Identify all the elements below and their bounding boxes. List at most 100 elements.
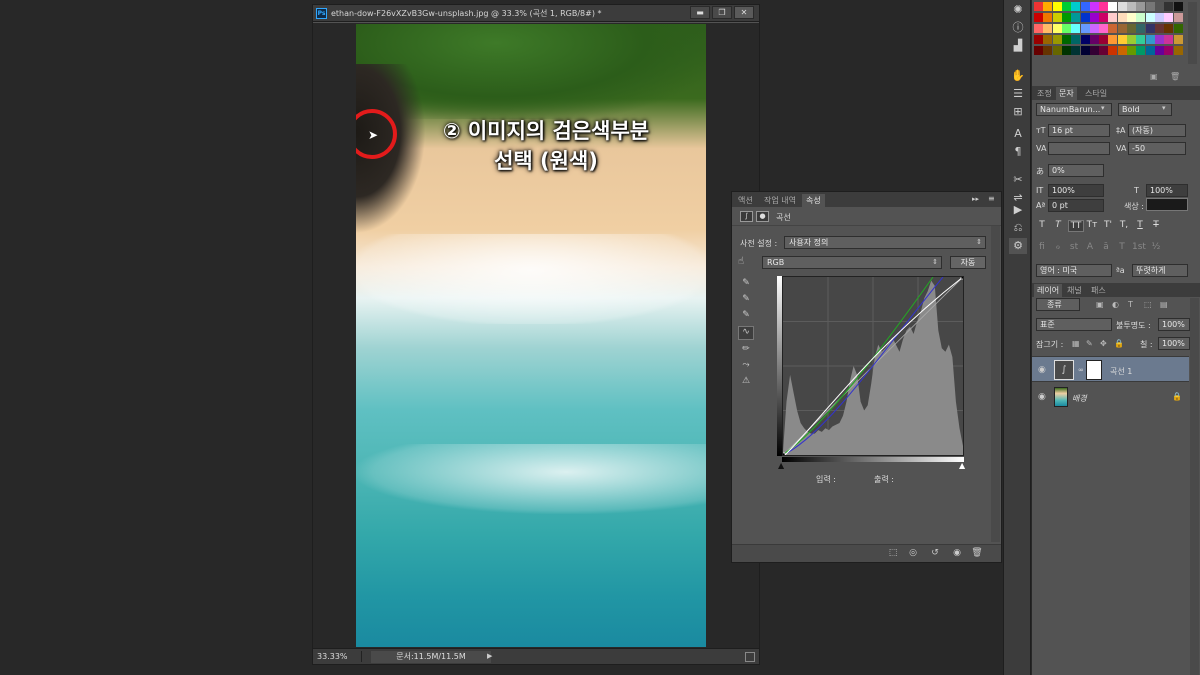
resize-handle-icon[interactable]: [745, 652, 755, 662]
color-swatch[interactable]: [1145, 13, 1155, 22]
color-swatch[interactable]: [1089, 2, 1099, 11]
font-size-field[interactable]: 16 pt: [1048, 124, 1110, 137]
color-swatch[interactable]: [1080, 24, 1090, 33]
lock-pixels-icon[interactable]: ✎: [1086, 339, 1093, 348]
visibility-icon[interactable]: ◉: [950, 548, 964, 560]
color-swatch[interactable]: [1043, 24, 1053, 33]
color-swatch[interactable]: [1117, 46, 1127, 55]
tab-character[interactable]: 문자: [1056, 87, 1077, 100]
brush-icon[interactable]: ✋: [1009, 68, 1027, 84]
target-adjust-hand-icon[interactable]: ☝: [738, 256, 744, 267]
discretionary-ligatures-button[interactable]: st: [1068, 242, 1080, 252]
auto-button[interactable]: 자동: [950, 256, 986, 269]
stylistic-alternates-button[interactable]: ā: [1100, 242, 1112, 252]
lock-transparent-icon[interactable]: ▦: [1072, 339, 1080, 348]
subscript-button[interactable]: T,: [1118, 220, 1130, 230]
curve-control-point[interactable]: [960, 277, 963, 280]
color-swatch[interactable]: [1145, 24, 1155, 33]
faux-bold-button[interactable]: T: [1036, 220, 1048, 230]
color-swatch[interactable]: [1108, 24, 1118, 33]
color-swatch[interactable]: [1089, 46, 1099, 55]
clip-to-layer-icon[interactable]: ⬚: [886, 548, 900, 560]
close-button[interactable]: ✕: [734, 6, 754, 19]
histogram-icon[interactable]: ▟: [1009, 38, 1027, 54]
swatches-scrollbar[interactable]: [1188, 2, 1197, 64]
trash-icon[interactable]: 🗑: [970, 548, 984, 560]
color-swatch[interactable]: [1099, 2, 1109, 11]
superscript-button[interactable]: T': [1102, 220, 1114, 230]
color-swatch[interactable]: [1043, 35, 1053, 44]
opacity-field[interactable]: 100%: [1158, 318, 1190, 331]
character-icon[interactable]: A: [1009, 126, 1027, 142]
color-swatch[interactable]: [1173, 13, 1183, 22]
color-swatch[interactable]: [1099, 24, 1109, 33]
color-swatch[interactable]: [1173, 46, 1183, 55]
tab-paths[interactable]: 패스: [1088, 284, 1109, 297]
color-swatch[interactable]: [1108, 2, 1118, 11]
color-swatch[interactable]: [1061, 46, 1071, 55]
color-swatch[interactable]: [1145, 2, 1155, 11]
color-swatch[interactable]: [1052, 13, 1062, 22]
layer-name[interactable]: 곡선 1: [1110, 366, 1132, 377]
color-swatch[interactable]: [1071, 24, 1081, 33]
color-swatch[interactable]: [1154, 13, 1164, 22]
filter-type-icon[interactable]: T: [1128, 300, 1133, 309]
sample-white-eyedropper-icon[interactable]: ✎: [738, 278, 754, 292]
paragraph-icon[interactable]: ¶: [1009, 144, 1027, 160]
smooth-curve-icon[interactable]: ⤳: [738, 360, 754, 374]
faux-italic-button[interactable]: T: [1052, 220, 1064, 230]
history-icon[interactable]: ⎌: [1009, 220, 1027, 236]
color-swatch[interactable]: [1136, 13, 1146, 22]
color-swatch[interactable]: [1173, 24, 1183, 33]
color-swatch[interactable]: [1061, 13, 1071, 22]
clipping-warning-icon[interactable]: ⚠: [738, 376, 754, 390]
layer-row-curves[interactable]: ◉ ∫ ∞ 곡선 1: [1032, 356, 1189, 382]
info-icon[interactable]: ⓘ: [1009, 20, 1027, 36]
brush-presets-icon[interactable]: ☰: [1009, 86, 1027, 102]
swash-button[interactable]: A: [1084, 242, 1096, 252]
all-caps-button[interactable]: TT: [1068, 220, 1084, 232]
horizontal-scale-field[interactable]: 100%: [1146, 184, 1188, 197]
color-swatch[interactable]: [1043, 46, 1053, 55]
curves-graph[interactable]: [782, 276, 964, 456]
color-swatch[interactable]: [1127, 46, 1136, 55]
color-swatch[interactable]: [1117, 35, 1127, 44]
color-swatch[interactable]: [1145, 46, 1155, 55]
color-swatch[interactable]: [1173, 35, 1183, 44]
color-swatch[interactable]: [1164, 2, 1174, 11]
color-swatch[interactable]: [1099, 35, 1109, 44]
color-swatch[interactable]: [1127, 35, 1136, 44]
color-swatch[interactable]: [1080, 2, 1090, 11]
view-previous-icon[interactable]: ◎: [906, 548, 920, 560]
tsume-field[interactable]: 0%: [1048, 164, 1104, 177]
status-menu-arrow-icon[interactable]: ▶: [487, 652, 492, 660]
edit-points-icon[interactable]: ∿: [738, 326, 754, 340]
beach-photo[interactable]: ➤ ② 이미지의 검은색부분 선택 (원색): [356, 24, 706, 647]
vertical-scale-field[interactable]: 100%: [1048, 184, 1104, 197]
color-swatch[interactable]: [1089, 24, 1099, 33]
color-swatch[interactable]: [1061, 35, 1071, 44]
color-swatch[interactable]: [1061, 24, 1071, 33]
color-swatch[interactable]: [1089, 35, 1099, 44]
tab-actions[interactable]: 액션: [734, 194, 757, 207]
channel-select[interactable]: RGB: [762, 256, 942, 269]
reset-icon[interactable]: ↺: [928, 548, 942, 560]
language-select[interactable]: 영어 : 미국: [1036, 264, 1112, 277]
white-point-slider-icon[interactable]: ▲: [959, 461, 965, 470]
titling-alternates-button[interactable]: T: [1116, 242, 1128, 252]
filter-smart-object-icon[interactable]: ▤: [1160, 300, 1168, 309]
baseline-shift-field[interactable]: 0 pt: [1048, 199, 1104, 212]
antialias-select[interactable]: 뚜렷하게: [1132, 264, 1188, 277]
color-swatch[interactable]: [1127, 24, 1136, 33]
color-swatch[interactable]: [1164, 24, 1174, 33]
color-swatch[interactable]: [1127, 13, 1136, 22]
color-swatch[interactable]: [1080, 46, 1090, 55]
color-swatch[interactable]: [1136, 46, 1146, 55]
link-icon[interactable]: ∞: [1078, 366, 1084, 374]
color-swatch[interactable]: [1052, 35, 1062, 44]
color-wheel-icon[interactable]: ✺: [1009, 2, 1027, 18]
ligatures-button[interactable]: fi: [1036, 242, 1048, 252]
filter-shape-icon[interactable]: ⬚: [1144, 300, 1152, 309]
text-color-swatch[interactable]: [1146, 198, 1188, 211]
swatches-grid[interactable]: [1034, 2, 1184, 64]
